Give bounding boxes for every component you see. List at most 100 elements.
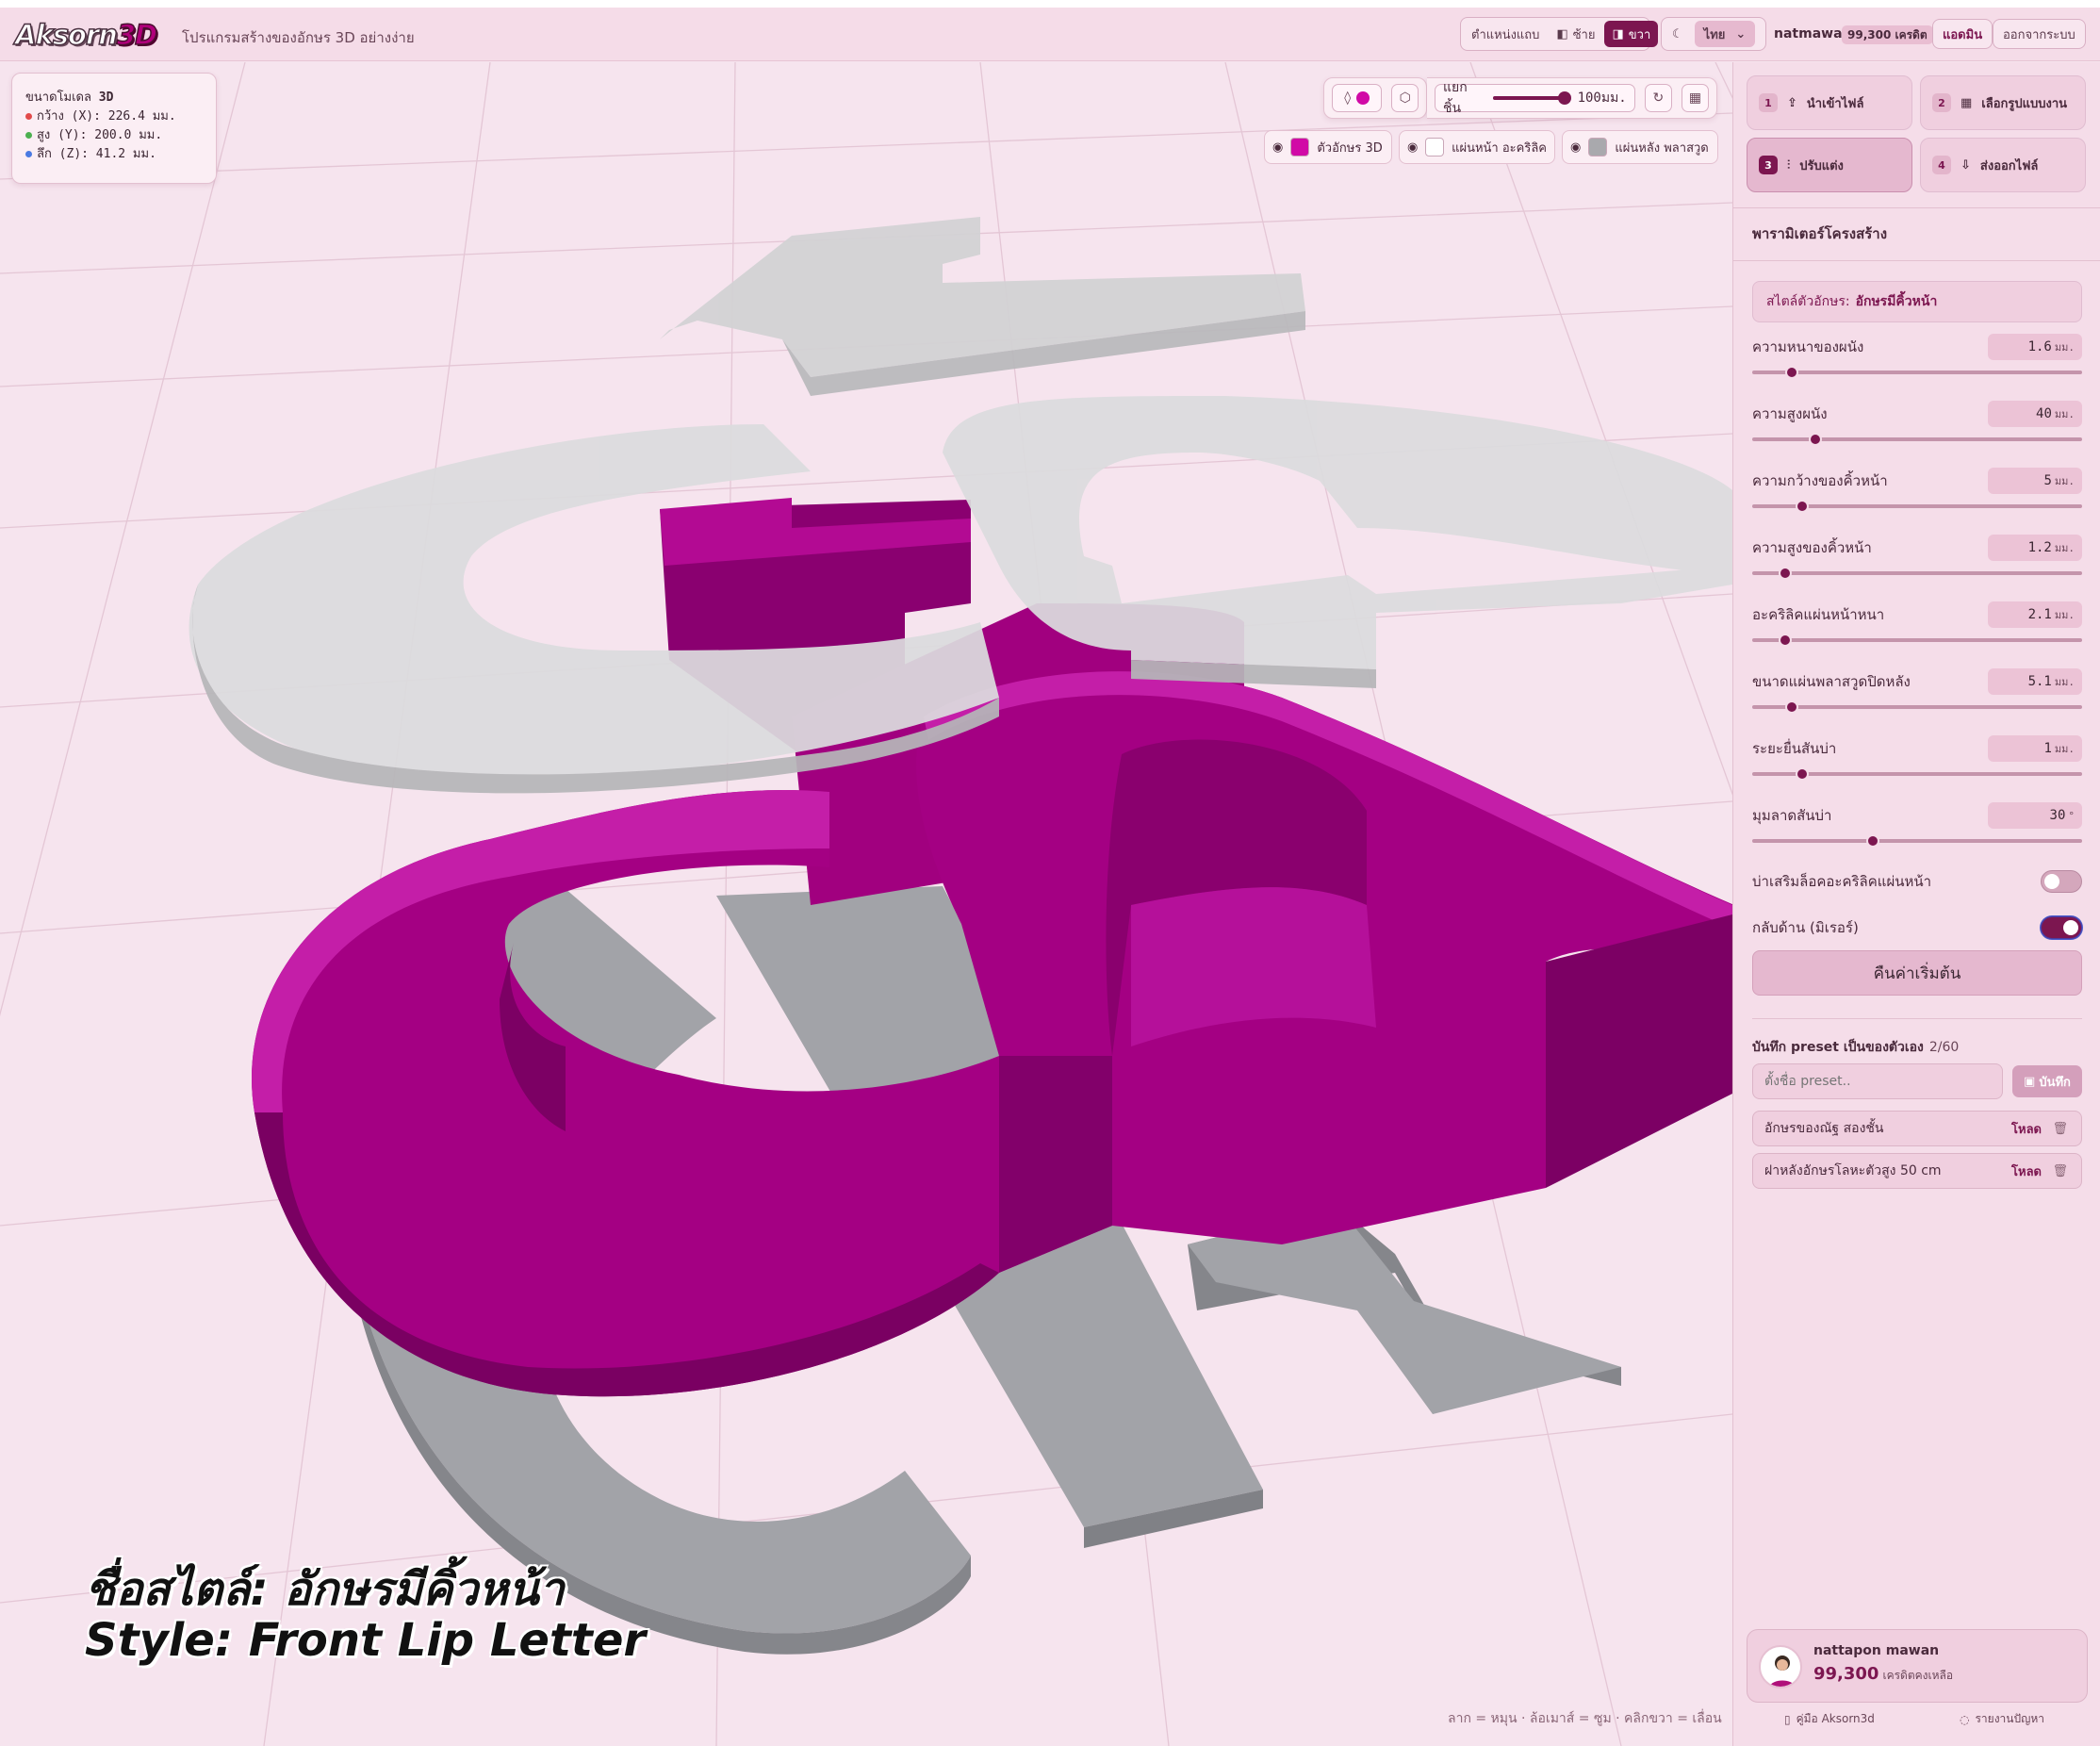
- sidebar-right-button[interactable]: ◨ ขวา: [1604, 21, 1659, 47]
- model-dimensions-card: ขนาดโมเดล 3D กว้าง (X): 226.4 มม. สูง (Y…: [11, 73, 217, 184]
- param-value-field[interactable]: 30 °: [1988, 802, 2082, 829]
- param-ledge-angle: มุมลาดสันบ่า 30 °: [1752, 802, 2082, 859]
- param-value-field[interactable]: 5 มม.: [1988, 468, 2082, 494]
- manual-link[interactable]: ▯ คู่มือ Aksorn3d: [1784, 1710, 1875, 1728]
- param-value-field[interactable]: 1.6 มม.: [1988, 334, 2082, 360]
- param-lip-width: ความกว้างของคิ้วหน้า 5 มม.: [1752, 468, 2082, 524]
- eye-icon: ◉: [1407, 140, 1419, 155]
- param-slider-track[interactable]: [1752, 638, 2082, 642]
- app-tagline: โปรแกรมสร้างของอักษร 3D อย่างง่าย: [182, 29, 415, 46]
- layer-toggle-letter[interactable]: ◉ ตัวอักษร 3D: [1264, 130, 1392, 164]
- theme-language-group: ☾ ไทย ⌄: [1661, 17, 1766, 51]
- param-slider-thumb[interactable]: [1865, 834, 1879, 848]
- z-axis-dot: [25, 151, 32, 157]
- layer-toggle-back-plaswood[interactable]: ◉ แผ่นหลัง พลาสวูด: [1562, 130, 1718, 164]
- user-card[interactable]: nattapon mawan 99,300 เครดิตคงเหลือ: [1747, 1629, 2088, 1703]
- param-slider-thumb[interactable]: [1785, 700, 1798, 714]
- logout-button[interactable]: ออกจากระบบ: [1993, 19, 2086, 49]
- download-icon: ⇩: [1961, 157, 1971, 173]
- book-icon: ▯: [1784, 1712, 1791, 1726]
- eye-icon: ◉: [1570, 140, 1582, 155]
- right-sidebar: 1 ⇪ นำเข้าไฟล์ 2 ▦ เลือกรูปแบบงาน 3 ⫶ ปรับแต่ง…: [1732, 62, 2100, 1746]
- panel-right-icon: ◨: [1612, 26, 1624, 41]
- app-logo[interactable]: Aksorn 3D: [14, 18, 158, 52]
- param-slider-thumb[interactable]: [1785, 366, 1798, 379]
- param-value-field[interactable]: 2.1 มม.: [1988, 601, 2082, 628]
- panel-title: พารามิเตอร์โครงสร้าง: [1752, 225, 1888, 242]
- dimension-height: สูง (Y): 200.0 มม.: [25, 126, 203, 145]
- reset-defaults-button[interactable]: คืนค่าเริ่มต้น: [1752, 950, 2082, 996]
- user-credits: 99,300 เครดิตคงเหลือ: [1813, 1664, 1954, 1684]
- explode-slider[interactable]: [1492, 91, 1571, 105]
- dimension-depth: ลึก (Z): 41.2 มม.: [25, 145, 203, 164]
- divider: [1733, 260, 2100, 261]
- layer-color-swatch: [1588, 138, 1608, 156]
- eye-icon: ◉: [1272, 140, 1284, 155]
- load-preset-button[interactable]: โหลด: [2011, 1161, 2042, 1181]
- admin-button[interactable]: แอดมิน: [1932, 19, 1993, 49]
- divider: [1752, 1018, 2082, 1019]
- grid-icon: ▦: [1688, 91, 1702, 106]
- dimensions-title: ขนาดโมเดล 3D: [25, 91, 114, 105]
- param-slider-track[interactable]: [1752, 839, 2082, 843]
- param-value-field[interactable]: 1.2 มม.: [1988, 535, 2082, 561]
- language-select[interactable]: ไทย ⌄: [1694, 21, 1756, 47]
- param-slider-track[interactable]: [1752, 571, 2082, 575]
- trash-icon[interactable]: 🗑: [2052, 1164, 2068, 1178]
- navigation-hint: ลาก = หมุน · ล้อเมาส์ = ซูม · คลิกขวา = …: [1448, 1711, 1722, 1726]
- param-slider-track[interactable]: [1752, 371, 2082, 374]
- param-ledge-offset: ระยะยื่นสันบ่า 1 มม.: [1752, 735, 2082, 792]
- step-import[interactable]: 1 ⇪ นำเข้าไฟล์: [1747, 75, 1912, 130]
- mirror-toggle[interactable]: [2041, 916, 2082, 939]
- grid-icon: ▦: [1961, 95, 1973, 110]
- 3d-scene: [0, 62, 1732, 1746]
- step-export[interactable]: 4 ⇩ ส่งออกไฟล์: [1920, 138, 2086, 192]
- save-preset-button[interactable]: ▣ บันทึก: [2012, 1065, 2082, 1097]
- layer-color-swatch: [1290, 138, 1310, 156]
- layer-color-swatch: [1425, 138, 1445, 156]
- param-slider-track[interactable]: [1752, 437, 2082, 441]
- layer-toggle-front-acrylic[interactable]: ◉ แผ่นหน้า อะคริลิค: [1399, 130, 1555, 164]
- explode-slider-fill: [1492, 96, 1565, 100]
- dimension-width: กว้าง (X): 226.4 มม.: [25, 107, 203, 126]
- step-adjust[interactable]: 3 ⫶ ปรับแต่ง: [1747, 138, 1912, 192]
- grid-toggle-button[interactable]: ▦: [1681, 84, 1710, 112]
- reset-view-button[interactable]: ↻: [1644, 84, 1672, 112]
- param-slider-thumb[interactable]: [1779, 567, 1792, 580]
- param-value-field[interactable]: 40 มม.: [1988, 401, 2082, 427]
- param-wall-thickness: ความหนาของผนัง 1.6 มม.: [1752, 334, 2082, 390]
- param-value-field[interactable]: 1 มม.: [1988, 735, 2082, 762]
- avatar: [1759, 1645, 1802, 1688]
- dark-mode-button[interactable]: ☾: [1665, 21, 1691, 47]
- user-name: nattapon mawan: [1813, 1643, 1940, 1658]
- explode-label: แยกชิ้น: [1443, 80, 1468, 116]
- sidebar-left-button[interactable]: ◧ ซ้าย: [1549, 21, 1602, 47]
- param-slider-track[interactable]: [1752, 705, 2082, 709]
- param-slider-thumb[interactable]: [1779, 634, 1792, 647]
- param-value-field[interactable]: 5.1 มม.: [1988, 668, 2082, 695]
- param-slider-thumb[interactable]: [1795, 500, 1809, 513]
- color-toolbar: ◊ ⬡: [1323, 77, 1427, 119]
- divider: [1733, 207, 2100, 208]
- load-preset-button[interactable]: โหลด: [2011, 1119, 2042, 1139]
- preset-item[interactable]: ฝาหลังอักษรโลหะตัวสูง 50 cm โหลด 🗑: [1752, 1153, 2082, 1189]
- preset-name-input[interactable]: [1752, 1063, 2003, 1099]
- param-slider-thumb[interactable]: [1795, 767, 1809, 781]
- param-back-plate-size: ขนาดแผ่นพลาสวูดปิดหลัง 5.1 มม.: [1752, 668, 2082, 725]
- letter-style-box[interactable]: สไตล์ตัวอักษร: อักษรมีคิ้วหน้า: [1752, 281, 2082, 322]
- acrylic-lock-toggle[interactable]: [2041, 870, 2082, 893]
- preset-item[interactable]: อักษรของณัฐ สองชั้น โหลด 🗑: [1752, 1111, 2082, 1146]
- step-choose-type[interactable]: 2 ▦ เลือกรูปแบบงาน: [1920, 75, 2086, 130]
- param-slider-thumb[interactable]: [1808, 433, 1822, 446]
- param-wall-height: ความสูงผนัง 40 มม.: [1752, 401, 2082, 457]
- save-icon: ▣: [2024, 1074, 2036, 1089]
- x-axis-dot: [25, 113, 32, 120]
- trash-icon[interactable]: 🗑: [2052, 1122, 2068, 1136]
- explode-slider-thumb[interactable]: [1557, 91, 1571, 105]
- 3d-viewport[interactable]: [0, 62, 1732, 1746]
- window-top-edge: [0, 0, 2100, 8]
- report-problem-link[interactable]: ◌ รายงานปัญหา: [1960, 1710, 2044, 1728]
- color-mode-button[interactable]: ◊: [1332, 84, 1383, 112]
- toggle-row-mirror: กลับด้าน (มิเรอร์): [1752, 914, 2082, 942]
- cube-view-button[interactable]: ⬡: [1391, 84, 1419, 112]
